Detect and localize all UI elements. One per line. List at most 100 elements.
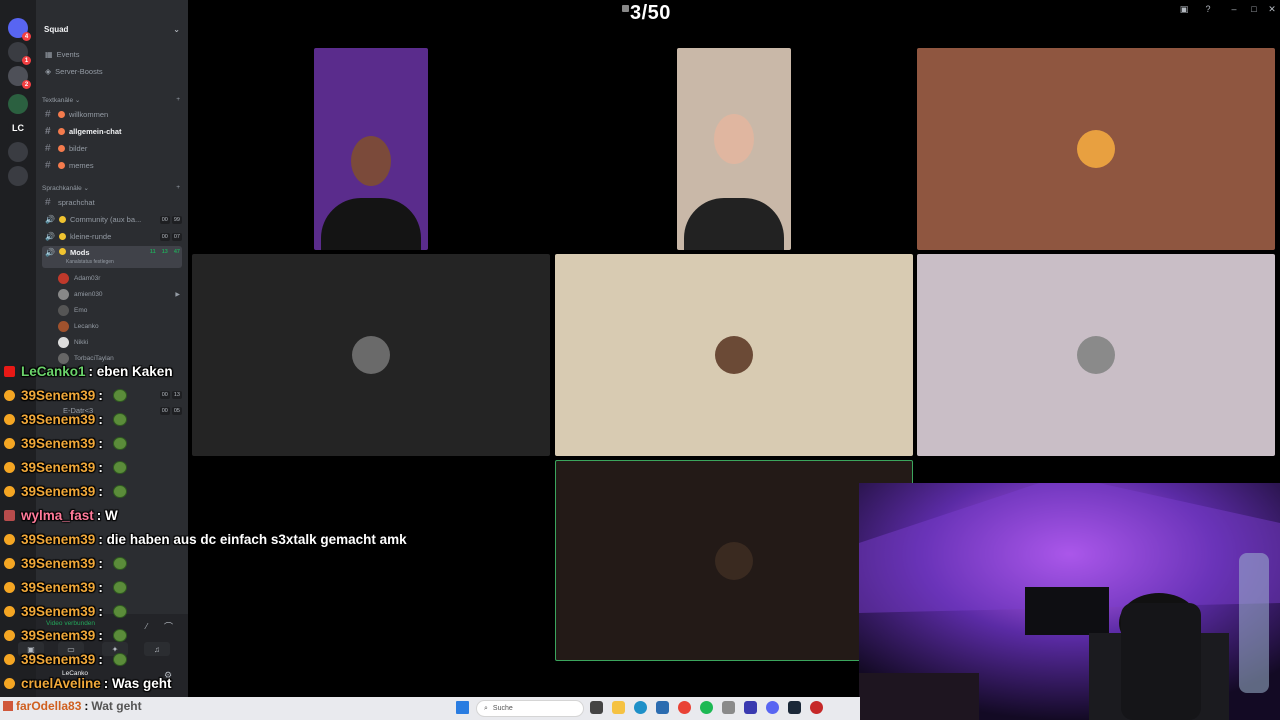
user-badge (4, 389, 15, 401)
pepe-emote-icon (112, 604, 127, 618)
chat-username: 39Senem39 (21, 483, 96, 499)
notification-badge: 1 (22, 56, 31, 65)
channel-memes[interactable]: # memes (42, 158, 182, 173)
avatar (58, 288, 69, 300)
participant-tile[interactable] (917, 254, 1275, 456)
category-text[interactable]: Textkanäle ⌄ + (42, 96, 180, 104)
server-icon[interactable] (8, 94, 28, 114)
camera-icon (622, 5, 629, 12)
chat-username: 39Senem39 (21, 651, 96, 667)
chat-message: 39Senem39 : (4, 624, 127, 646)
chat-message-bottom: farOdella83 : Wat geht (3, 699, 142, 713)
close-icon[interactable]: ✕ (1266, 3, 1278, 15)
pepe-emote-icon (112, 412, 127, 426)
task-view-icon[interactable] (590, 701, 603, 714)
streaming-icon: ▶ (175, 291, 180, 298)
server-icon-lc[interactable]: LC (8, 118, 28, 138)
server-icon[interactable] (8, 166, 28, 186)
chat-username: 39Senem39 (21, 627, 96, 643)
sidebar-item-server-boosts[interactable]: ◈ Server-Boosts (42, 64, 182, 79)
discord-icon[interactable] (766, 701, 779, 714)
server-header[interactable]: Squad ⌄ (36, 18, 188, 40)
chat-message: 39Senem39 : (4, 480, 127, 502)
chat-username: cruelAveline (21, 675, 101, 691)
participant-tile[interactable] (917, 48, 1275, 250)
person-body (684, 198, 784, 250)
add-channel-icon[interactable]: + (176, 184, 180, 192)
user-badge (4, 557, 15, 569)
participant-tile[interactable] (555, 254, 913, 456)
explorer-icon[interactable] (612, 701, 625, 714)
windows-start-icon[interactable] (456, 701, 469, 714)
pepe-emote-icon (112, 460, 127, 474)
viewer-count: 3/50 (630, 2, 671, 24)
notification-badge: 4 (22, 32, 31, 41)
chat-username: 39Senem39 (21, 579, 96, 595)
app-icon[interactable] (722, 701, 735, 714)
boost-icon: ◈ (45, 67, 52, 76)
channel-bilder[interactable]: # bilder (42, 141, 182, 156)
user-badge (4, 365, 15, 377)
person-face (351, 136, 391, 186)
participant-video[interactable] (314, 48, 428, 250)
avatar (58, 272, 69, 284)
chat-message: 39Senem39 : (4, 552, 127, 574)
channel-sprachchat[interactable]: # sprachchat (42, 195, 182, 210)
chat-message: cruelAveline : Was geht (4, 672, 172, 694)
category-voice[interactable]: Sprachkanäle ⌄ + (42, 184, 180, 192)
participant-video[interactable] (677, 48, 791, 250)
user-count: 00 07 (159, 232, 182, 241)
user-badge (4, 485, 15, 497)
steam-icon[interactable] (788, 701, 801, 714)
chat-message: 39Senem39 : (4, 384, 127, 406)
store-icon[interactable] (656, 701, 669, 714)
minimize-icon[interactable]: – (1228, 3, 1240, 15)
search-input[interactable]: ⌕ Suche (476, 700, 584, 717)
vs-icon[interactable] (744, 701, 757, 714)
channel-willkommen[interactable]: # willkommen (42, 107, 182, 122)
avatar (1077, 336, 1115, 374)
voice-channel-kleine-runde[interactable]: 🔊 kleine-runde 00 07 (42, 229, 182, 244)
inbox-icon[interactable]: ▣ (1178, 3, 1190, 15)
voice-member[interactable]: amien030 ▶ (58, 287, 180, 301)
server-icon[interactable]: 2 (8, 66, 31, 89)
chat-text: die haben aus dc einfach s3xtalk gemacht… (106, 531, 407, 547)
voice-member[interactable]: Emo (58, 303, 180, 317)
spotify-icon[interactable] (700, 701, 713, 714)
pepe-emote-icon (112, 556, 127, 570)
record-icon[interactable] (810, 701, 823, 714)
edge-icon[interactable] (634, 701, 647, 714)
pepe-emote-icon (112, 484, 127, 498)
user-badge (4, 629, 15, 641)
avatar (58, 336, 69, 348)
sidebar-item-events[interactable]: ▦ Events (42, 47, 182, 62)
hash-icon: # (45, 109, 51, 120)
user-count: 11 13 47 (149, 249, 180, 255)
notification-badge: 2 (22, 80, 31, 89)
server-icon[interactable] (8, 142, 28, 162)
chrome-icon[interactable] (678, 701, 691, 714)
pepe-emote-icon (112, 652, 127, 666)
add-channel-icon[interactable]: + (176, 96, 180, 104)
speaker-icon: 🔊 (45, 232, 55, 241)
chat-username: 39Senem39 (21, 435, 96, 451)
voice-member[interactable]: Nikki (58, 335, 180, 349)
user-badge (3, 701, 13, 711)
pepe-emote-icon (112, 436, 127, 450)
hash-icon: # (45, 160, 51, 171)
user-badge (4, 581, 15, 593)
channel-allgemein-chat[interactable]: # allgemein-chat (42, 124, 182, 139)
pepe-emote-icon (112, 580, 127, 594)
help-icon[interactable]: ? (1202, 3, 1214, 15)
voice-channel-community[interactable]: 🔊 Community (aux ba... 00 99 (42, 212, 182, 227)
avatar (1077, 130, 1115, 168)
voice-channel-mods[interactable]: 🔊 Mods 11 13 47 Kanalstatus festlegen (42, 246, 182, 268)
voice-member[interactable]: Lecanko (58, 319, 180, 333)
server-icon[interactable]: 4 (8, 18, 31, 41)
chat-message: 39Senem39 : (4, 456, 127, 478)
server-icon[interactable]: 1 (8, 42, 31, 65)
maximize-icon[interactable]: □ (1248, 3, 1260, 15)
chat-username: 39Senem39 (21, 555, 96, 571)
voice-member[interactable]: Adam03r (58, 271, 180, 285)
channel-status[interactable]: Kanalstatus festlegen (66, 259, 114, 265)
